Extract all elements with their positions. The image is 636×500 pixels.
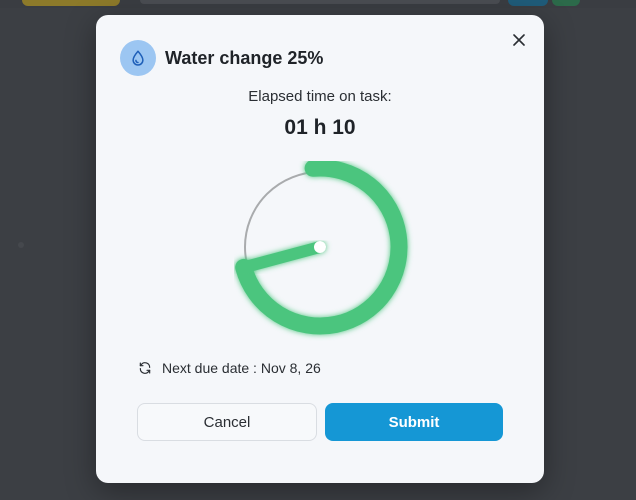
next-due-date-text: Next due date : Nov 8, 26	[162, 360, 321, 376]
background-app-dot	[18, 242, 24, 248]
elapsed-time-label: Elapsed time on task:	[248, 88, 392, 105]
background-app-status	[552, 0, 580, 6]
refresh-icon	[139, 362, 151, 374]
background-app-button	[22, 0, 120, 6]
close-button[interactable]	[510, 31, 528, 49]
submit-button[interactable]: Submit	[325, 403, 503, 441]
elapsed-time-dial	[235, 161, 408, 335]
dialog-header: Water change 25%	[120, 40, 323, 76]
cancel-button[interactable]: Cancel	[137, 403, 317, 441]
background-app-search	[140, 0, 500, 4]
background-app-icon-button	[508, 0, 548, 6]
dialog-title: Water change 25%	[165, 47, 324, 68]
water-drop-icon	[120, 40, 156, 76]
dial-hand	[237, 241, 326, 274]
close-icon	[513, 34, 525, 46]
dial-center-knob	[314, 241, 326, 253]
elapsed-time-value: 01 h 10	[284, 116, 356, 139]
task-dialog: Water change 25% Elapsed time on task: 0…	[96, 15, 544, 483]
next-due-date: Next due date : Nov 8, 26	[138, 360, 321, 376]
